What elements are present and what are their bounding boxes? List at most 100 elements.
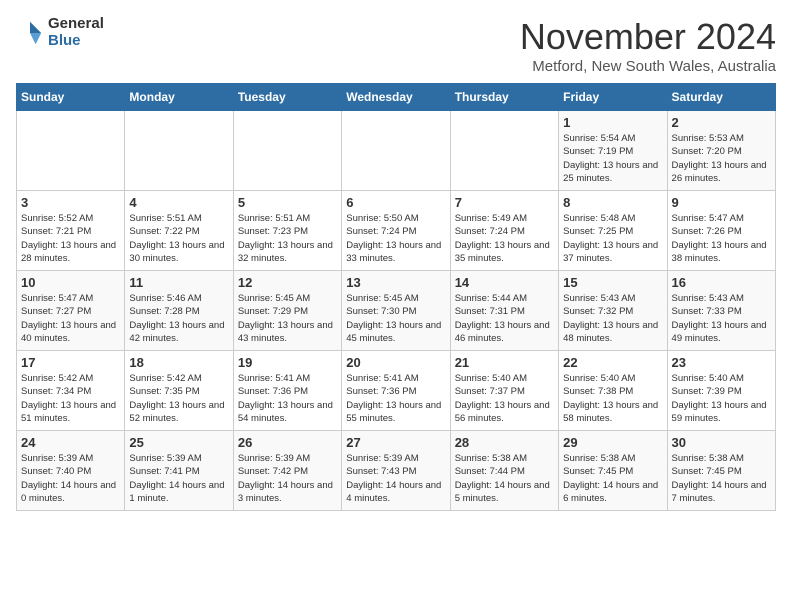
- day-info: Sunrise: 5:43 AM Sunset: 7:32 PM Dayligh…: [563, 292, 662, 345]
- day-info: Sunrise: 5:38 AM Sunset: 7:45 PM Dayligh…: [672, 452, 771, 505]
- day-number: 24: [21, 435, 120, 450]
- day-number: 14: [455, 275, 554, 290]
- day-number: 3: [21, 195, 120, 210]
- day-number: 25: [129, 435, 228, 450]
- day-number: 26: [238, 435, 337, 450]
- calendar-cell: 27 Sunrise: 5:39 AM Sunset: 7:43 PM Dayli…: [342, 431, 450, 511]
- day-number: 13: [346, 275, 445, 290]
- calendar-cell: [233, 111, 341, 191]
- day-info: Sunrise: 5:41 AM Sunset: 7:36 PM Dayligh…: [346, 372, 445, 425]
- day-number: 7: [455, 195, 554, 210]
- calendar-cell: 9 Sunrise: 5:47 AM Sunset: 7:26 PM Daylig…: [667, 191, 775, 271]
- calendar-cell: 12 Sunrise: 5:45 AM Sunset: 7:29 PM Dayli…: [233, 271, 341, 351]
- day-number: 1: [563, 115, 662, 130]
- logo: General Blue: [16, 16, 104, 49]
- calendar-cell: [342, 111, 450, 191]
- calendar-cell: 8 Sunrise: 5:48 AM Sunset: 7:25 PM Daylig…: [559, 191, 667, 271]
- calendar-cell: 13 Sunrise: 5:45 AM Sunset: 7:30 PM Dayli…: [342, 271, 450, 351]
- day-info: Sunrise: 5:48 AM Sunset: 7:25 PM Dayligh…: [563, 212, 662, 265]
- calendar-cell: 10 Sunrise: 5:47 AM Sunset: 7:27 PM Dayli…: [17, 271, 125, 351]
- day-info: Sunrise: 5:52 AM Sunset: 7:21 PM Dayligh…: [21, 212, 120, 265]
- calendar-cell: [125, 111, 233, 191]
- day-number: 4: [129, 195, 228, 210]
- calendar-cell: 1Sunrise: 5:54 AM Sunset: 7:19 PM Daylig…: [559, 111, 667, 191]
- calendar-cell: 11 Sunrise: 5:46 AM Sunset: 7:28 PM Dayli…: [125, 271, 233, 351]
- calendar-cell: 14 Sunrise: 5:44 AM Sunset: 7:31 PM Dayli…: [450, 271, 558, 351]
- day-info: Sunrise: 5:41 AM Sunset: 7:36 PM Dayligh…: [238, 372, 337, 425]
- day-info: Sunrise: 5:47 AM Sunset: 7:26 PM Dayligh…: [672, 212, 771, 265]
- day-info: Sunrise: 5:38 AM Sunset: 7:45 PM Dayligh…: [563, 452, 662, 505]
- day-number: 18: [129, 355, 228, 370]
- calendar-header-wednesday: Wednesday: [342, 84, 450, 111]
- calendar-cell: 21Sunrise: 5:40 AM Sunset: 7:37 PM Dayli…: [450, 351, 558, 431]
- day-info: Sunrise: 5:49 AM Sunset: 7:24 PM Dayligh…: [455, 212, 554, 265]
- month-title: November 2024: [520, 16, 776, 58]
- calendar-cell: 6Sunrise: 5:50 AM Sunset: 7:24 PM Daylig…: [342, 191, 450, 271]
- title-section: November 2024 Metford, New South Wales, …: [520, 16, 776, 75]
- calendar-cell: 4 Sunrise: 5:51 AM Sunset: 7:22 PM Daylig…: [125, 191, 233, 271]
- day-info: Sunrise: 5:45 AM Sunset: 7:29 PM Dayligh…: [238, 292, 337, 345]
- day-number: 2: [672, 115, 771, 130]
- day-info: Sunrise: 5:51 AM Sunset: 7:22 PM Dayligh…: [129, 212, 228, 265]
- day-number: 21: [455, 355, 554, 370]
- day-number: 29: [563, 435, 662, 450]
- day-number: 12: [238, 275, 337, 290]
- page-header: General Blue November 2024 Metford, New …: [16, 16, 776, 75]
- day-info: Sunrise: 5:40 AM Sunset: 7:38 PM Dayligh…: [563, 372, 662, 425]
- day-number: 15: [563, 275, 662, 290]
- day-info: Sunrise: 5:39 AM Sunset: 7:42 PM Dayligh…: [238, 452, 337, 505]
- calendar-body: 1Sunrise: 5:54 AM Sunset: 7:19 PM Daylig…: [17, 111, 776, 511]
- day-number: 10: [21, 275, 120, 290]
- day-info: Sunrise: 5:43 AM Sunset: 7:33 PM Dayligh…: [672, 292, 771, 345]
- calendar-cell: 2 Sunrise: 5:53 AM Sunset: 7:20 PM Daylig…: [667, 111, 775, 191]
- day-info: Sunrise: 5:51 AM Sunset: 7:23 PM Dayligh…: [238, 212, 337, 265]
- day-info: Sunrise: 5:42 AM Sunset: 7:35 PM Dayligh…: [129, 372, 228, 425]
- calendar-header-saturday: Saturday: [667, 84, 775, 111]
- day-number: 6: [346, 195, 445, 210]
- logo-general-text: General: [48, 16, 104, 33]
- calendar-cell: 16 Sunrise: 5:43 AM Sunset: 7:33 PM Dayli…: [667, 271, 775, 351]
- location-title: Metford, New South Wales, Australia: [520, 58, 776, 75]
- calendar-cell: 29 Sunrise: 5:38 AM Sunset: 7:45 PM Dayli…: [559, 431, 667, 511]
- day-info: Sunrise: 5:39 AM Sunset: 7:41 PM Dayligh…: [129, 452, 228, 505]
- calendar-header-thursday: Thursday: [450, 84, 558, 111]
- day-info: Sunrise: 5:39 AM Sunset: 7:40 PM Dayligh…: [21, 452, 120, 505]
- calendar-cell: 18 Sunrise: 5:42 AM Sunset: 7:35 PM Dayli…: [125, 351, 233, 431]
- day-info: Sunrise: 5:44 AM Sunset: 7:31 PM Dayligh…: [455, 292, 554, 345]
- calendar-header-sunday: Sunday: [17, 84, 125, 111]
- calendar-week-row: 3 Sunrise: 5:52 AM Sunset: 7:21 PM Daylig…: [17, 191, 776, 271]
- calendar-cell: 30 Sunrise: 5:38 AM Sunset: 7:45 PM Dayli…: [667, 431, 775, 511]
- day-info: Sunrise: 5:53 AM Sunset: 7:20 PM Dayligh…: [672, 132, 771, 185]
- day-number: 9: [672, 195, 771, 210]
- day-number: 17: [21, 355, 120, 370]
- day-number: 8: [563, 195, 662, 210]
- calendar-cell: 5Sunrise: 5:51 AM Sunset: 7:23 PM Daylig…: [233, 191, 341, 271]
- calendar-header-friday: Friday: [559, 84, 667, 111]
- day-number: 22: [563, 355, 662, 370]
- logo-blue-text: Blue: [48, 33, 104, 50]
- day-number: 30: [672, 435, 771, 450]
- day-info: Sunrise: 5:46 AM Sunset: 7:28 PM Dayligh…: [129, 292, 228, 345]
- day-info: Sunrise: 5:38 AM Sunset: 7:44 PM Dayligh…: [455, 452, 554, 505]
- calendar-cell: 22 Sunrise: 5:40 AM Sunset: 7:38 PM Dayli…: [559, 351, 667, 431]
- day-number: 16: [672, 275, 771, 290]
- calendar-week-row: 17Sunrise: 5:42 AM Sunset: 7:34 PM Dayli…: [17, 351, 776, 431]
- calendar-cell: 17Sunrise: 5:42 AM Sunset: 7:34 PM Dayli…: [17, 351, 125, 431]
- day-info: Sunrise: 5:39 AM Sunset: 7:43 PM Dayligh…: [346, 452, 445, 505]
- day-number: 19: [238, 355, 337, 370]
- calendar-cell: 28 Sunrise: 5:38 AM Sunset: 7:44 PM Dayli…: [450, 431, 558, 511]
- calendar-cell: [450, 111, 558, 191]
- day-info: Sunrise: 5:47 AM Sunset: 7:27 PM Dayligh…: [21, 292, 120, 345]
- calendar-table: SundayMondayTuesdayWednesdayThursdayFrid…: [16, 83, 776, 511]
- day-info: Sunrise: 5:40 AM Sunset: 7:39 PM Dayligh…: [672, 372, 771, 425]
- day-number: 27: [346, 435, 445, 450]
- calendar-cell: 23 Sunrise: 5:40 AM Sunset: 7:39 PM Dayli…: [667, 351, 775, 431]
- day-number: 11: [129, 275, 228, 290]
- day-number: 28: [455, 435, 554, 450]
- calendar-cell: 20Sunrise: 5:41 AM Sunset: 7:36 PM Dayli…: [342, 351, 450, 431]
- calendar-cell: 25 Sunrise: 5:39 AM Sunset: 7:41 PM Dayli…: [125, 431, 233, 511]
- calendar-cell: 19 Sunrise: 5:41 AM Sunset: 7:36 PM Dayli…: [233, 351, 341, 431]
- calendar-cell: 26 Sunrise: 5:39 AM Sunset: 7:42 PM Dayli…: [233, 431, 341, 511]
- day-number: 23: [672, 355, 771, 370]
- day-info: Sunrise: 5:45 AM Sunset: 7:30 PM Dayligh…: [346, 292, 445, 345]
